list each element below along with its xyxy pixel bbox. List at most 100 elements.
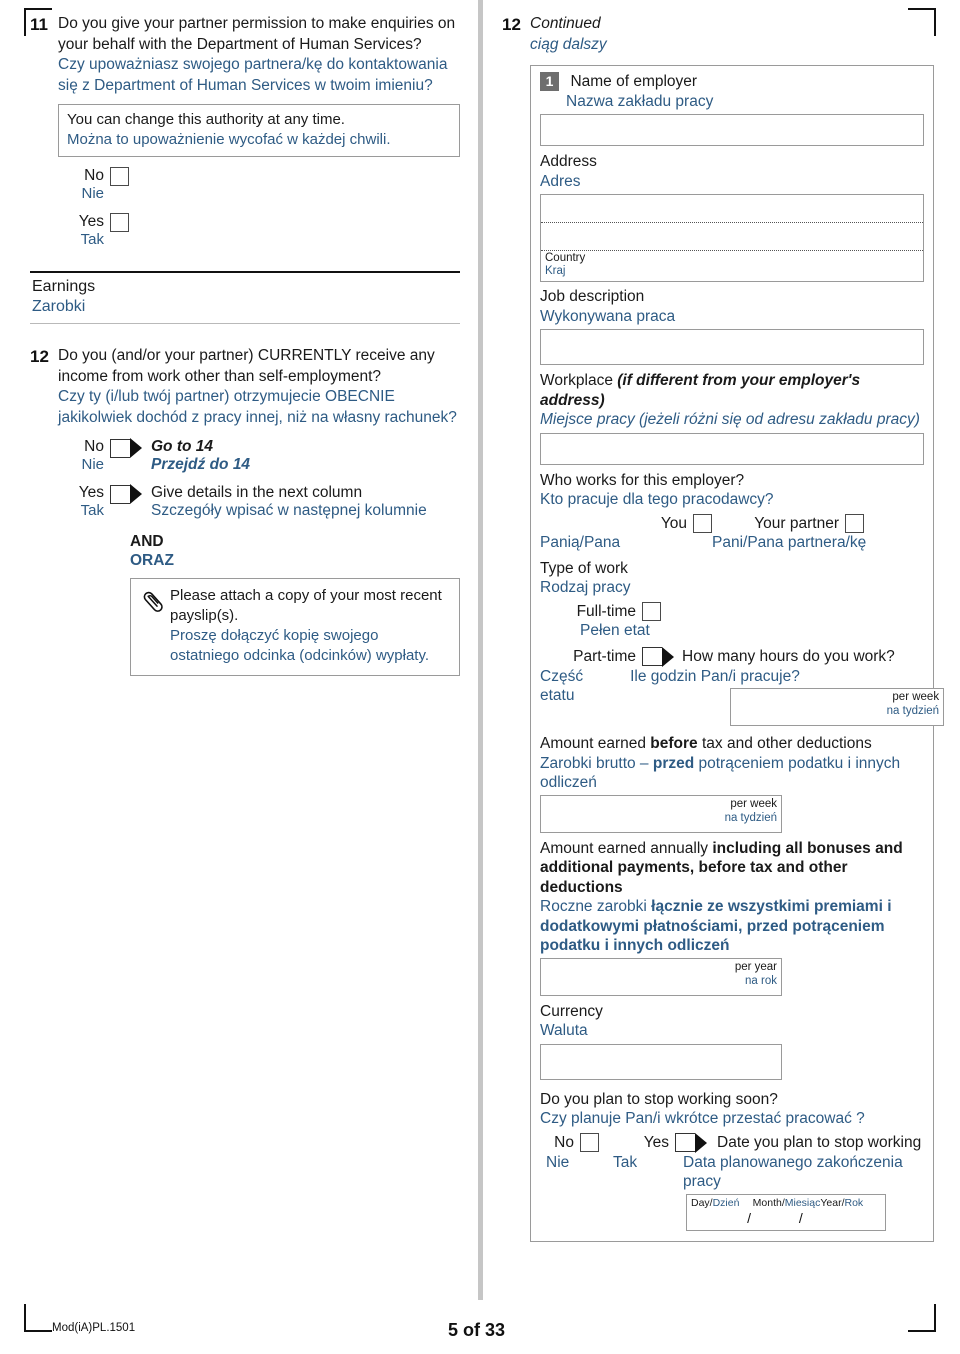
before-tax-unit-pl: na tydzień xyxy=(724,811,777,824)
date-day-header: Day/Dzień xyxy=(691,1196,740,1209)
q12-no-after-en: Go to 14 xyxy=(151,438,214,455)
continued-label-en: Continued xyxy=(530,15,601,32)
who-works-group: Who works for this employer? Kto pracuje… xyxy=(540,471,924,553)
date-month-header: Month/Miesiąc xyxy=(752,1196,821,1209)
stop-working-no-option[interactable]: No xyxy=(540,1132,599,1153)
q11-no-checkbox[interactable] xyxy=(110,167,129,186)
employer-name-input[interactable] xyxy=(540,114,924,146)
and-label-en: AND xyxy=(130,533,164,550)
question-11-option-no[interactable]: No Nie xyxy=(58,167,460,203)
question-11-note-en: You can change this authority at any tim… xyxy=(67,111,345,128)
job-description-input[interactable] xyxy=(540,329,924,365)
question-12-cont-number: 12 xyxy=(502,15,521,34)
who-you-checkbox[interactable] xyxy=(693,513,712,533)
part-time-checkbox-arrow[interactable] xyxy=(642,646,674,667)
stop-working-label-pl: Czy planuje Pan/i wkrótce przestać praco… xyxy=(540,1110,865,1127)
stop-yes-checkbox-arrow[interactable] xyxy=(675,1132,707,1153)
registration-mark-bottom-left xyxy=(24,1304,52,1332)
stop-yes-label-pl: Tak xyxy=(613,1153,638,1171)
amount-before-tax-group: Amount earned before tax and other deduc… xyxy=(540,734,924,833)
address-input[interactable]: Country Kraj xyxy=(540,194,924,282)
hours-unit-pl: na tydzień xyxy=(886,705,940,717)
q11-yes-label-pl: Tak xyxy=(80,231,104,248)
and-label-pl: ORAZ xyxy=(130,552,174,569)
question-12-text-en: Do you (and/or your partner) CURRENTLY r… xyxy=(58,347,435,385)
workplace-input[interactable] xyxy=(540,432,924,465)
currency-input[interactable] xyxy=(540,1043,782,1080)
q12-no-label-en: No xyxy=(84,438,104,455)
amount-annual-group: Amount earned annually including all bon… xyxy=(540,839,924,996)
currency-group: Currency Waluta xyxy=(540,1002,924,1080)
part-time-checkbox[interactable] xyxy=(642,647,662,666)
job-description-label-en: Job description xyxy=(540,288,645,305)
q12-no-checkbox[interactable] xyxy=(110,438,130,458)
stop-no-checkbox[interactable] xyxy=(580,1132,599,1152)
who-you-label-pl: Panią/Pana xyxy=(540,534,621,551)
q11-yes-label-en: Yes xyxy=(78,213,104,230)
date-separators: / / xyxy=(747,1209,825,1226)
attachment-text-en: Please attach a copy of your most recent… xyxy=(170,587,442,624)
question-12-option-yes[interactable]: Yes Tak Give details in the next column … xyxy=(58,484,460,520)
question-12-option-no[interactable]: No Nie Go to 14 Przejdź do 14 xyxy=(58,438,460,474)
who-works-partner-option[interactable]: Your partner Pani/Pana partnera/kę xyxy=(712,513,924,553)
employer-entry-panel: 1 Name of employer Nazwa zakładu pracy A… xyxy=(530,65,945,1242)
next-column-arrow-icon xyxy=(130,484,142,504)
annual-unit-en: per year xyxy=(734,960,777,973)
address-line-1[interactable] xyxy=(541,195,923,223)
annual-label-pl-a: Roczne zarobki xyxy=(540,898,652,915)
section-rule-bottom xyxy=(30,323,460,324)
who-partner-checkbox[interactable] xyxy=(845,513,864,533)
workplace-label-pl: Miejsce pracy (jeżeli różni się od adres… xyxy=(540,411,920,428)
date-year-header: Year/Rok xyxy=(820,1196,864,1209)
stop-date-label-pl: Data planowanego zakończenia pracy xyxy=(683,1153,903,1191)
amount-annual-input[interactable]: per year na rok xyxy=(540,957,782,996)
part-time-option[interactable]: Part-time How many hours do you work? xyxy=(540,646,924,667)
attachment-note-box: Please attach a copy of your most recent… xyxy=(130,578,460,676)
q12-no-after-pl: Przejdź do 14 xyxy=(151,456,251,473)
currency-label-en: Currency xyxy=(540,1002,603,1020)
full-time-option[interactable]: Full-time xyxy=(540,601,924,622)
full-time-checkbox[interactable] xyxy=(642,601,661,621)
question-12-continued: 12 Continued ciąg dalszy xyxy=(502,14,934,55)
q12-no-label-pl: Nie xyxy=(81,456,104,473)
stop-working-yes-option[interactable]: Yes xyxy=(635,1132,707,1153)
who-partner-label-pl: Pani/Pana partnera/kę xyxy=(712,534,867,551)
address-line-2[interactable] xyxy=(541,223,923,251)
job-description-group: Job description Wykonywana praca xyxy=(540,287,924,365)
q11-yes-checkbox[interactable] xyxy=(110,213,129,232)
who-works-label-en: Who works for this employer? xyxy=(540,471,745,489)
q12-yes-label-en: Yes xyxy=(78,484,104,501)
address-group: Address Adres Country Kraj xyxy=(540,152,924,282)
country-label-en: Country xyxy=(545,252,586,264)
who-partner-label-en: Your partner xyxy=(754,514,839,532)
question-11-text-pl: Czy upoważniasz swojego partnera/kę do k… xyxy=(58,56,448,94)
section-title-pl: Zarobki xyxy=(32,298,86,315)
q12-yes-checkbox-arrow[interactable] xyxy=(110,484,142,504)
hours-question-pl: Ile godzin Pan/i pracuje? xyxy=(630,667,800,685)
who-works-you-option[interactable]: You Panią/Pana xyxy=(540,513,712,553)
question-11-number: 11 xyxy=(30,15,48,34)
who-you-label-en: You xyxy=(660,514,687,532)
hours-per-week-input[interactable]: per week na tydzień xyxy=(730,688,945,726)
stop-date-arrow-icon xyxy=(695,1132,707,1153)
workplace-group: Workplace (if different from your employ… xyxy=(540,371,924,465)
stop-yes-checkbox[interactable] xyxy=(675,1133,695,1152)
left-column: 11 Do you give your partner permission t… xyxy=(30,14,460,676)
stop-date-input[interactable]: Day/Dzień Month/Miesiąc Year/Rok / / xyxy=(686,1193,886,1231)
question-12: 12 Do you (and/or your partner) CURRENTL… xyxy=(30,346,460,676)
q12-yes-checkbox[interactable] xyxy=(110,484,130,504)
who-works-label-pl: Kto pracuje dla tego pracodawcy? xyxy=(540,491,774,508)
question-11-option-yes[interactable]: Yes Tak xyxy=(58,213,460,249)
type-of-work-label-en: Type of work xyxy=(540,559,628,577)
entry-number-badge: 1 xyxy=(540,72,559,91)
section-heading-earnings: Earnings Zarobki xyxy=(30,271,460,324)
hours-question-en: How many hours do you work? xyxy=(682,647,895,665)
amount-before-tax-input[interactable]: per week na tydzień xyxy=(540,794,782,833)
part-time-label-en: Part-time xyxy=(573,647,636,665)
employer-name-label-pl: Nazwa zakładu pracy xyxy=(566,92,714,110)
address-country-line[interactable]: Country Kraj xyxy=(541,251,923,281)
job-description-label-pl: Wykonywana praca xyxy=(540,307,676,325)
q12-no-checkbox-arrow[interactable] xyxy=(110,438,142,458)
before-tax-unit-en: per week xyxy=(730,797,777,810)
attachment-text-pl: Proszę dołączyć kopię swojego ostatniego… xyxy=(170,627,430,664)
